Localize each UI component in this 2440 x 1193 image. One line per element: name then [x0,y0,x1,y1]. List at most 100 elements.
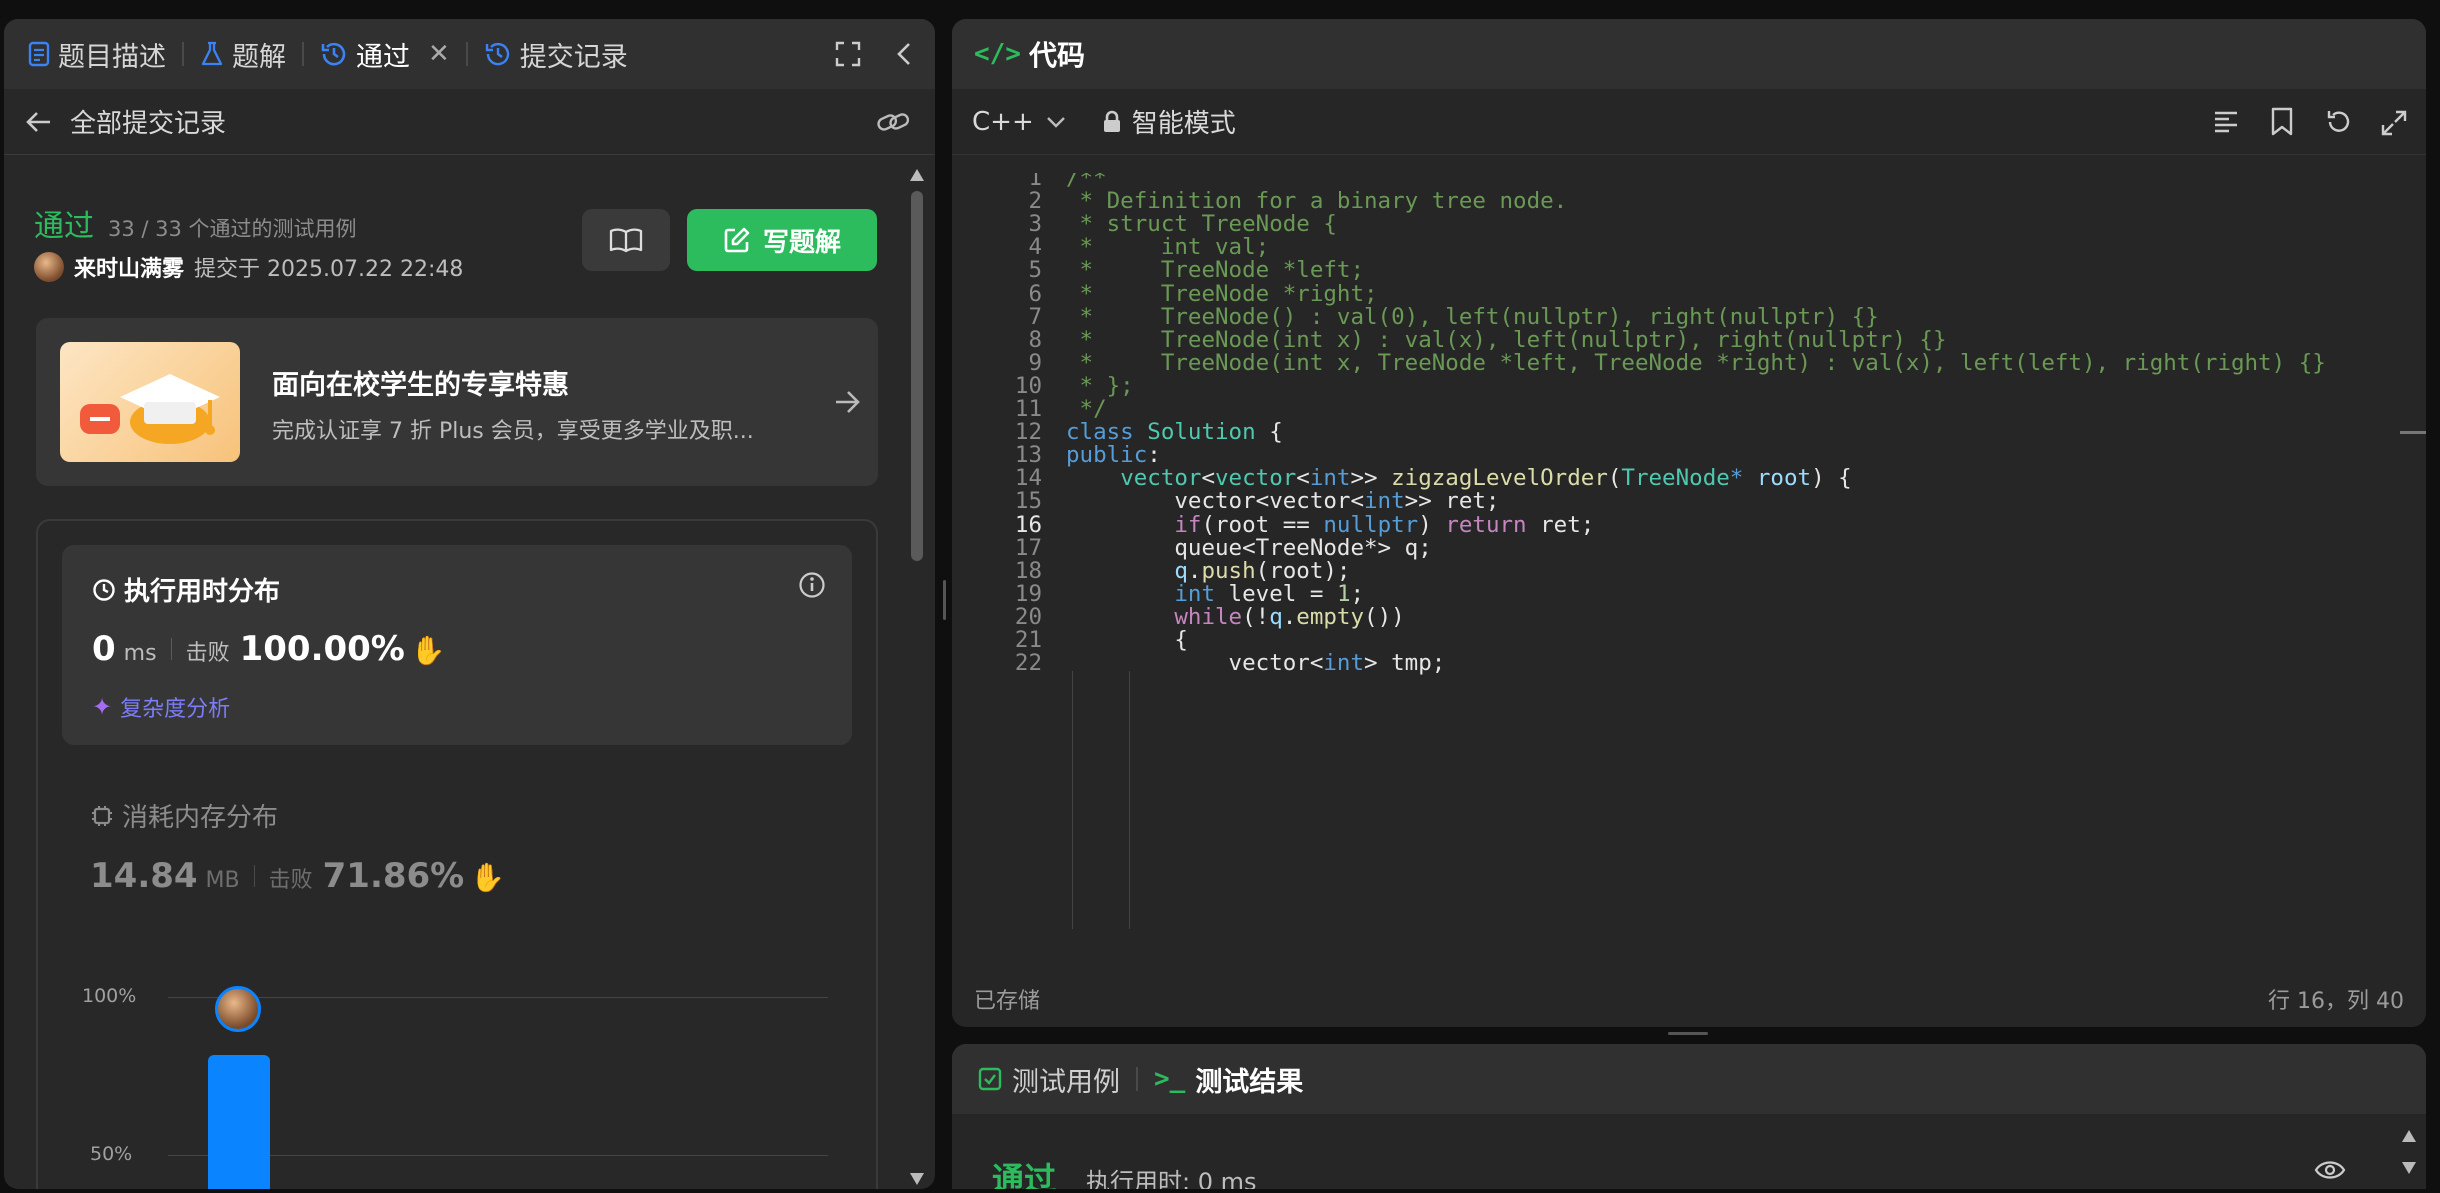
code-line[interactable]: while(!q.empty()) [1066,604,1404,630]
code-line[interactable]: * struct TreeNode { [1066,211,1337,237]
memory-title: 消耗内存分布 [122,803,279,833]
terminal-icon: >_ [1154,1064,1186,1094]
gridline [168,997,828,998]
line-number: 19 [1014,580,1042,607]
code-line[interactable]: vector<vector<int>> zigzagLevelOrder(Tre… [1066,465,1852,491]
flask-icon [201,41,223,66]
graduation-cap-icon [60,342,240,462]
y-tick-label: 100% [82,985,137,1007]
status-badge: 通过 [34,209,94,244]
runtime-title: 执行用时分布 [124,577,281,607]
editor-toolbar: C++ 智能模式 [952,89,2426,155]
test-panel: 测试用例 >_ 测试结果 通过 执行用时: 0 ms [952,1044,2426,1189]
tab-accepted[interactable]: 通过 ✕ [320,35,450,74]
tab-solutions[interactable]: 题解 [200,35,286,74]
code-line[interactable]: if(root == nullptr) return ret; [1066,512,1594,538]
runtime-unit: ms [123,641,157,666]
edit-icon [724,227,750,253]
submission-detail: 通过 33 / 33 个通过的测试用例 来时山满雾 提交于 2025.07.22… [4,155,904,1189]
write-solution-button[interactable]: 写题解 [687,209,877,271]
line-number: 14 [1014,465,1042,492]
code-line[interactable]: public: [1066,442,1161,468]
promo-title: 面向在校学生的专享特惠 [272,370,569,401]
line-number: 12 [1014,419,1042,446]
code-line[interactable]: q.push(root); [1066,558,1350,584]
tab-test-results[interactable]: >_ 测试结果 [1154,1060,1303,1099]
language-select[interactable]: C++ [972,107,1066,137]
reset-icon[interactable] [2324,107,2354,137]
submission-panel: 题目描述 题解 通过 ✕ 提交记录 全部提交记录 通过 33 / 33 个通过的… [4,19,935,1189]
code-line[interactable]: class Solution { [1066,419,1283,445]
student-promo-card[interactable]: 面向在校学生的专享特惠 完成认证享 7 折 Plus 会员，享受更多学业及职..… [36,318,878,486]
bookmark-icon[interactable] [2270,107,2294,137]
code-panel-title: 代码 [1028,39,1085,72]
document-icon [28,41,50,67]
code-icon: </> [974,39,1021,69]
fullscreen-icon[interactable] [834,40,862,68]
saved-status: 已存储 [974,989,1041,1014]
sparkle-icon: ✦ [92,693,113,721]
code-line[interactable]: * TreeNode(int x) : val(x), left(nullptr… [1066,327,1947,353]
line-number: 6 [1028,280,1042,307]
submission-subheader: 全部提交记录 [4,89,935,155]
line-number: 16 [1014,511,1042,538]
bottom-scroll-up[interactable] [2402,1130,2416,1142]
line-number: 10 [1014,372,1042,399]
memory-beats-label: 击败 [268,868,313,893]
code-line[interactable]: int level = 1; [1066,581,1364,607]
memory-section[interactable]: 消耗内存分布 14.84 MB 击败 71.86% ✋ [90,797,850,907]
code-line[interactable]: * TreeNode *right; [1066,281,1378,307]
memory-beats-value: 71.86% [322,856,465,896]
code-line[interactable]: vector<int> tmp; [1066,650,1446,676]
complexity-analysis-link[interactable]: 复杂度分析 [120,691,230,723]
promo-description: 完成认证享 7 折 Plus 会员，享受更多学业及职... [272,419,754,444]
code-line[interactable]: * TreeNode *left; [1066,257,1364,283]
runtime-distribution-chart: 100% 50% [38,971,880,1189]
tab-submissions[interactable]: 提交记录 [484,35,628,74]
bottom-scroll-down[interactable] [2402,1162,2416,1174]
result-runtime: 执行用时: 0 ms [1086,1168,1257,1189]
code-editor[interactable]: 1/** 2 * Definition for a binary tree nod… [952,173,2426,929]
smart-mode-toggle[interactable]: 智能模式 [1102,103,1236,140]
close-icon[interactable]: ✕ [428,39,450,69]
editor-status-bar: 已存储 行 16，列 40 [952,974,2426,1024]
tab-description[interactable]: 题目描述 [28,35,166,74]
code-line[interactable]: */ [1066,396,1107,422]
line-number: 4 [1028,234,1042,261]
lock-icon [1103,110,1120,132]
runtime-value: 0 [92,629,116,669]
info-icon[interactable] [798,571,826,599]
result-status: 通过 [992,1160,1057,1189]
username[interactable]: 来时山满雾 [74,251,184,283]
vertical-resize-handle[interactable] [1668,1032,1708,1035]
indent-guide [1129,671,1130,929]
line-number: 15 [1014,488,1042,515]
submitted-time: 提交于 2025.07.22 22:48 [194,257,464,282]
code-line[interactable]: * Definition for a binary tree node. [1066,188,1568,214]
link-icon[interactable] [876,109,910,135]
line-number: 21 [1014,627,1042,653]
code-line[interactable]: * TreeNode() : val(0), left(nullptr), ri… [1066,304,1879,330]
tab-testcases[interactable]: 测试用例 [978,1060,1120,1099]
format-icon[interactable] [2212,109,2240,135]
code-line[interactable]: queue<TreeNode*> q; [1066,535,1431,561]
read-solution-button[interactable] [582,209,670,271]
distribution-bar[interactable] [208,1055,270,1189]
runtime-card[interactable]: 执行用时分布 0 ms 击败 100.00% ✋ ✦ 复杂度分析 [62,545,852,745]
expand-icon[interactable] [2380,109,2408,137]
back-arrow-icon[interactable] [24,110,52,134]
panel-resize-handle[interactable] [943,580,946,620]
code-line[interactable]: * TreeNode(int x, TreeNode *left, TreeNo… [1066,350,2326,376]
left-scrollbar[interactable] [910,169,924,1189]
all-submissions-link[interactable]: 全部提交记录 [70,103,226,140]
code-line[interactable]: * int val; [1066,234,1270,260]
collapse-icon[interactable] [894,40,914,68]
code-line[interactable]: * }; [1066,373,1134,399]
y-tick-label: 50% [90,1143,133,1165]
eye-icon[interactable] [2314,1158,2346,1182]
code-line[interactable]: { [1066,627,1188,653]
code-line[interactable]: vector<vector<int>> ret; [1066,488,1499,514]
chip-icon [92,805,112,826]
avatar[interactable] [34,252,64,282]
line-number: 8 [1028,326,1042,353]
